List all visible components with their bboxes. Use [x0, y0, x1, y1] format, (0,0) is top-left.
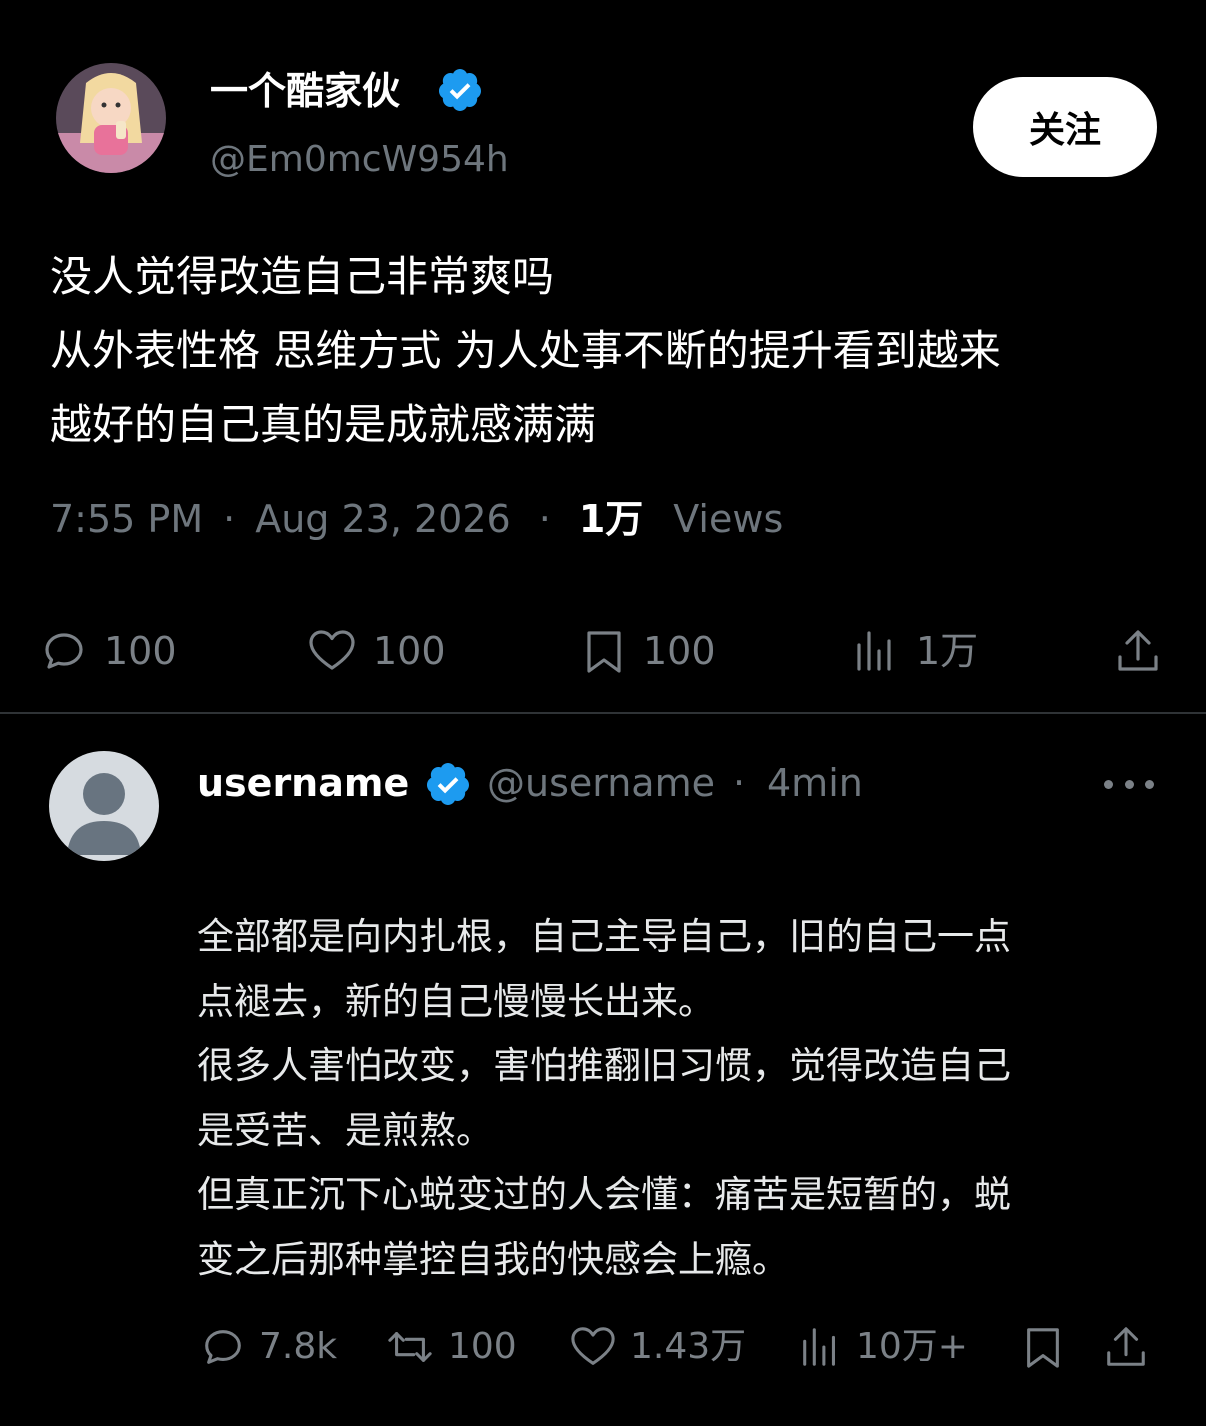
- repost-icon: [388, 1332, 432, 1362]
- reply-like-count: 1.43万: [630, 1326, 747, 1367]
- reply-button[interactable]: 100: [40, 627, 177, 675]
- reply-text-line: 是受苦、是煎熬。: [197, 1108, 493, 1152]
- reply-time[interactable]: 4min: [767, 760, 863, 806]
- repost-count: 100: [448, 1326, 517, 1367]
- reply-reply-count: 7.8k: [259, 1326, 338, 1367]
- bar-chart-icon: [803, 1328, 835, 1366]
- views-count[interactable]: 1万: [579, 495, 643, 543]
- reply-text-line: 变之后那种掌控自我的快感会上瘾。: [197, 1237, 789, 1281]
- reply-bookmark-button[interactable]: [1021, 1324, 1065, 1370]
- more-options-button[interactable]: [1104, 766, 1154, 802]
- views-action-count: 1万: [916, 629, 979, 673]
- share-icon: [1107, 1327, 1145, 1366]
- author-avatar[interactable]: [56, 63, 166, 173]
- verified-badge-icon: [438, 69, 481, 111]
- reply-text: 全部都是向内扎根，自己主导自己，旧的自己一点 点褪去，新的自己慢慢长出来。 很多…: [197, 905, 1157, 1292]
- reply-like-button[interactable]: 1.43万: [568, 1324, 746, 1370]
- more-dots-icon: [1104, 779, 1113, 789]
- more-dots-icon: [1145, 779, 1154, 789]
- bookmark-icon: [587, 631, 621, 673]
- reply-reply-button[interactable]: 7.8k: [199, 1324, 337, 1370]
- repost-button[interactable]: 100: [384, 1324, 517, 1370]
- reply-text-line: 点褪去，新的自己慢慢长出来。: [197, 979, 715, 1023]
- reply-share-button[interactable]: [1102, 1324, 1150, 1370]
- post-text-line: 从外表性格 思维方式 为人处事不断的提升看到越来: [50, 326, 1001, 375]
- post-date[interactable]: Aug 23, 2026: [255, 495, 511, 543]
- heart-icon: [309, 630, 355, 670]
- reply-bubble-icon: [205, 1330, 241, 1364]
- post-time[interactable]: 7:55 PM: [50, 495, 203, 543]
- views-button[interactable]: 1万: [852, 627, 978, 675]
- bookmark-icon: [1027, 1328, 1059, 1368]
- post-text-line: 越好的自己真的是成就感满满: [50, 400, 597, 449]
- more-dots-icon: [1124, 779, 1134, 789]
- share-button[interactable]: [1114, 627, 1162, 675]
- author-handle[interactable]: @Em0mcW954h: [210, 138, 509, 182]
- reply-count: 100: [104, 629, 177, 673]
- post-text: 没人觉得改造自己非常爽吗 从外表性格 思维方式 为人处事不断的提升看到越来 越好…: [50, 240, 1170, 462]
- reply-bubble-icon: [45, 633, 83, 669]
- reply-text-line: 很多人害怕改变，害怕推翻旧习惯，觉得改造自己: [197, 1044, 1011, 1087]
- post-meta: 7:55 PM · Aug 23, 2026 · 1万 Views: [50, 495, 783, 543]
- reply-separator: ·: [733, 761, 746, 805]
- follow-button[interactable]: 关注: [973, 77, 1157, 177]
- reply-views-count: 10万+: [856, 1326, 968, 1367]
- bookmark-button[interactable]: 100: [581, 627, 716, 675]
- author-display-name[interactable]: 一个酷家伙: [210, 68, 400, 114]
- reply-avatar[interactable]: [49, 751, 159, 861]
- bar-chart-icon: [857, 631, 891, 671]
- post-text-line: 没人觉得改造自己非常爽吗: [50, 252, 555, 301]
- bookmark-count: 100: [643, 629, 716, 673]
- like-button[interactable]: 100: [307, 627, 446, 675]
- reply-views-button[interactable]: 10万+: [798, 1324, 968, 1370]
- reply-text-line: 但真正沉下心蜕变过的人会懂：痛苦是短暂的，蜕: [197, 1173, 1011, 1216]
- views-label: Views: [673, 497, 784, 541]
- share-icon: [1118, 630, 1158, 671]
- reply-handle[interactable]: @username: [487, 760, 715, 806]
- divider: [0, 712, 1206, 714]
- like-count: 100: [373, 629, 446, 673]
- meta-separator: ·: [223, 497, 236, 541]
- meta-separator: ·: [538, 497, 551, 541]
- reply-display-name[interactable]: username: [197, 760, 409, 806]
- verified-badge-icon: [426, 763, 469, 805]
- heart-icon: [571, 1327, 615, 1365]
- reply-text-line: 全部都是向内扎根，自己主导自己，旧的自己一点: [197, 915, 1011, 958]
